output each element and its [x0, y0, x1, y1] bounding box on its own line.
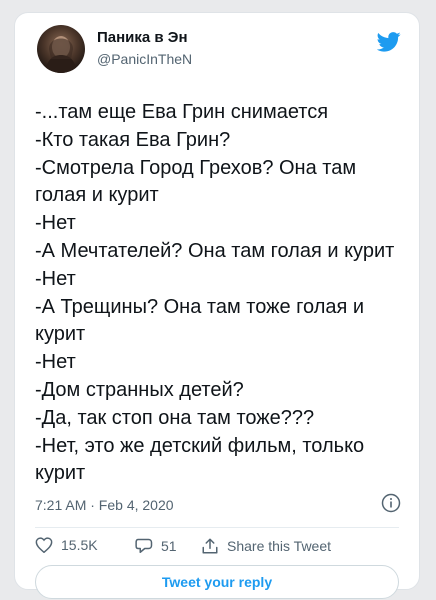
info-icon[interactable] [381, 493, 401, 513]
tweet-card: Паника в Эн @PanicInTheN -...там еще Ева… [14, 12, 420, 599]
share-label: Share this Tweet [227, 538, 332, 554]
heart-icon [35, 537, 53, 553]
user-display-name[interactable]: Паника в Эн [97, 29, 188, 46]
user-handle[interactable]: @PanicInTheN [97, 51, 192, 67]
reply-count-button[interactable]: 51 [135, 537, 177, 554]
tweet-timestamp[interactable]: 7:21 AM · Feb 4, 2020 [35, 497, 174, 513]
like-count: 15.5K [61, 537, 98, 553]
share-button[interactable]: Share this Tweet [201, 537, 331, 555]
like-button[interactable]: 15.5K [35, 537, 98, 553]
share-icon [202, 538, 218, 554]
twitter-bird-icon[interactable] [376, 31, 401, 53]
divider [35, 527, 399, 528]
tweet-text: -...там еще Ева Грин снимается -Кто така… [35, 101, 395, 485]
reply-icon [135, 538, 153, 553]
avatar[interactable] [37, 25, 85, 73]
reply-count: 51 [161, 537, 177, 554]
tweet-reply-button[interactable]: Tweet your reply [35, 565, 399, 599]
